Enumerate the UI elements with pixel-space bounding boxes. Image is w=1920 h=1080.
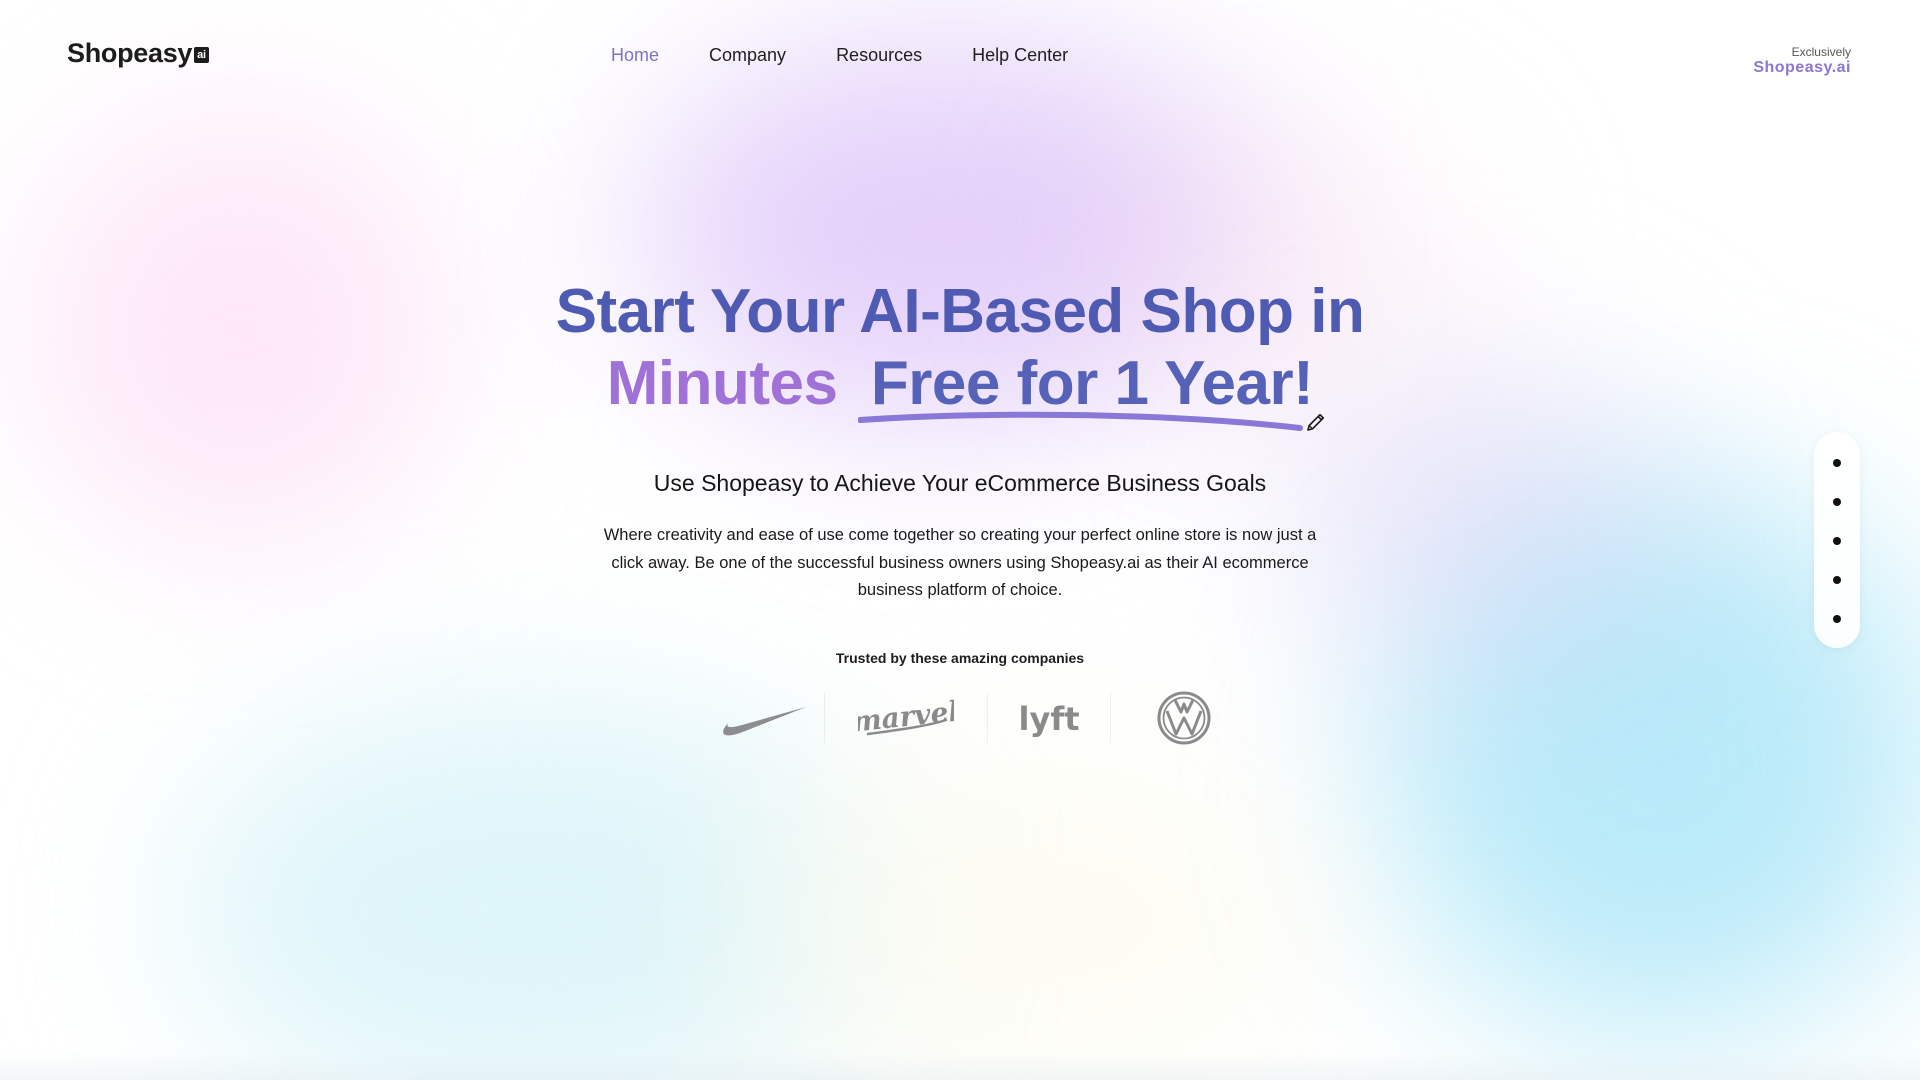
nav-help-center[interactable]: Help Center bbox=[972, 45, 1068, 66]
exclusive-label: Exclusively bbox=[1791, 45, 1851, 59]
hero-description: Where creativity and ease of use come to… bbox=[603, 526, 1317, 599]
site-header: Shopeasy ai Home Company Resources Help … bbox=[0, 0, 1920, 115]
site-logo[interactable]: Shopeasy ai bbox=[67, 38, 209, 69]
lyft-logo-text: lyft bbox=[1019, 700, 1079, 738]
volkswagen-logo bbox=[1111, 690, 1257, 746]
nav-home[interactable]: Home bbox=[611, 45, 659, 66]
section-dot[interactable] bbox=[1833, 459, 1841, 467]
logo-ai-badge: ai bbox=[194, 46, 209, 63]
nav-resources[interactable]: Resources bbox=[836, 45, 922, 66]
main-nav: Home Company Resources Help Center bbox=[611, 45, 1068, 66]
section-dot[interactable] bbox=[1833, 498, 1841, 506]
headline-line-1: Start Your AI-Based Shop in bbox=[555, 277, 1365, 346]
exclusive-brand: Shopeasy.ai bbox=[1753, 59, 1851, 76]
section-nav-dots bbox=[1814, 432, 1860, 648]
section-dot[interactable] bbox=[1833, 537, 1841, 545]
headline-minutes: Minutes bbox=[606, 349, 838, 418]
company-logos: marvel lyft bbox=[700, 688, 1257, 748]
pencil-icon[interactable] bbox=[1304, 410, 1328, 434]
marvel-logo: marvel bbox=[825, 690, 987, 746]
section-dot[interactable] bbox=[1833, 615, 1841, 623]
hero-section: Start Your AI-Based Shop in Minutes Free… bbox=[0, 0, 1920, 1080]
nav-company[interactable]: Company bbox=[709, 45, 786, 66]
section-dot[interactable] bbox=[1833, 576, 1841, 584]
trusted-label: Trusted by these amazing companies bbox=[835, 650, 1085, 666]
lyft-logo: lyft bbox=[988, 690, 1110, 746]
logo-text: Shopeasy bbox=[67, 38, 193, 68]
subheadline: Use Shopeasy to Achieve Your eCommerce B… bbox=[653, 470, 1267, 496]
headline-underline bbox=[858, 411, 1303, 431]
exclusive-badge[interactable]: Exclusively Shopeasy.ai bbox=[1753, 45, 1851, 77]
nike-logo bbox=[700, 690, 824, 746]
